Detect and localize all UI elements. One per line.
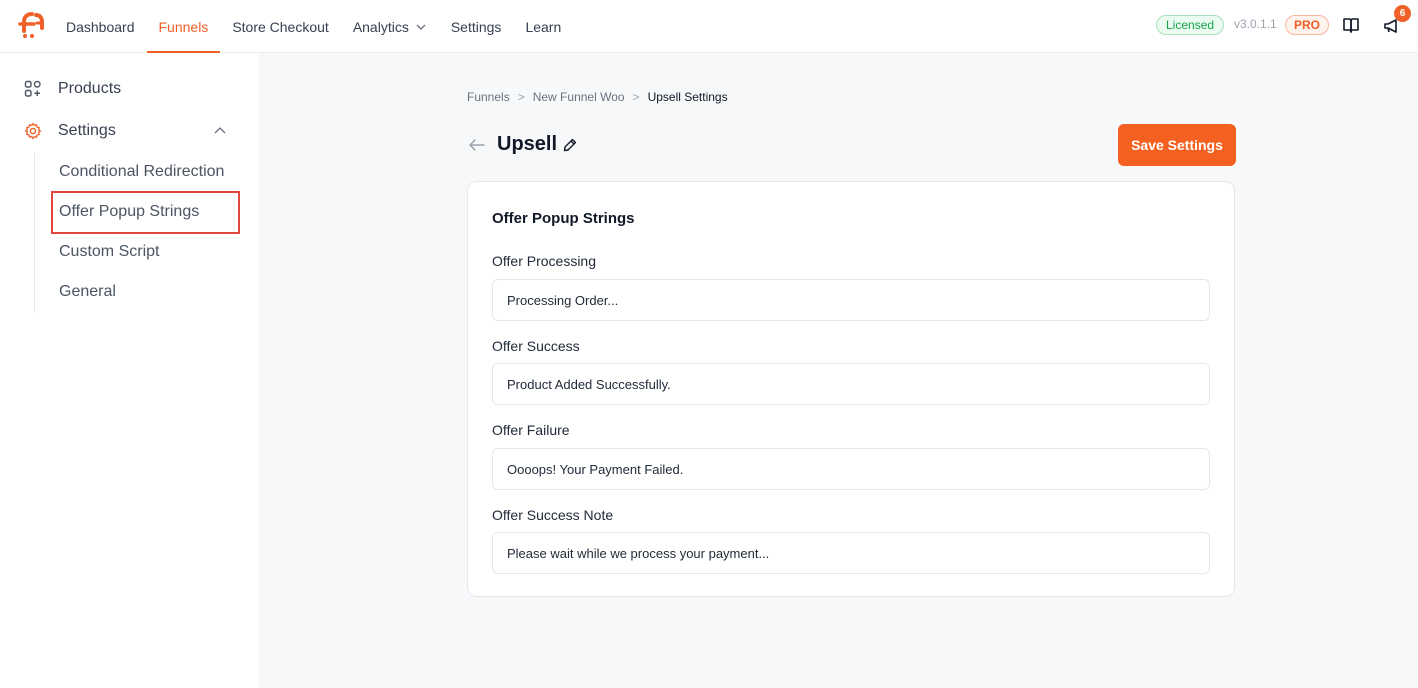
offer-failure-input[interactable] xyxy=(492,448,1210,490)
submenu-divider xyxy=(34,153,35,313)
sidebar-item-products-label: Products xyxy=(58,80,122,97)
chevron-down-icon xyxy=(416,24,426,30)
offer-popup-strings-card: Offer Popup Strings Offer Processing Off… xyxy=(467,181,1235,597)
sidebar-item-products[interactable]: Products xyxy=(24,77,121,101)
offer-success-input[interactable] xyxy=(492,363,1210,405)
sidebar-item-settings-label: Settings xyxy=(58,122,116,139)
edit-pencil-icon[interactable] xyxy=(562,137,578,153)
nav-dashboard-label: Dashboard xyxy=(66,18,135,35)
offer-success-note-label: Offer Success Note xyxy=(492,507,614,523)
nav-learn[interactable]: Learn xyxy=(513,0,573,53)
nav-learn-label: Learn xyxy=(525,18,562,35)
breadcrumb-separator: > xyxy=(632,90,640,104)
nav-funnels[interactable]: Funnels xyxy=(146,0,221,53)
sidebar-item-settings[interactable]: Settings xyxy=(24,119,116,143)
submenu-item-general[interactable]: General xyxy=(59,283,116,301)
offer-failure-label: Offer Failure xyxy=(492,422,570,438)
chevron-up-icon[interactable] xyxy=(213,124,227,138)
main-nav: Dashboard Funnels Store Checkout Analyti… xyxy=(54,0,573,53)
nav-settings[interactable]: Settings xyxy=(439,0,514,53)
nav-funnels-label: Funnels xyxy=(158,18,209,35)
offer-processing-label: Offer Processing xyxy=(492,253,597,269)
version-label: v3.0.1.1 xyxy=(1234,17,1277,31)
nav-analytics-label: Analytics xyxy=(352,18,409,35)
logo-icon[interactable] xyxy=(16,11,44,39)
breadcrumb: Funnels > New Funnel Woo > Upsell Settin… xyxy=(467,90,728,104)
submenu-item-conditional-redirection[interactable]: Conditional Redirection xyxy=(59,163,224,181)
sidebar: Products Settings Conditional Redirectio… xyxy=(0,53,258,688)
gear-icon xyxy=(24,122,42,140)
submenu-item-offer-popup-strings[interactable]: Offer Popup Strings xyxy=(59,203,199,221)
breadcrumb-separator: > xyxy=(517,90,525,104)
offer-success-label: Offer Success xyxy=(492,338,580,354)
nav-settings-label: Settings xyxy=(450,18,502,35)
arrow-left-icon[interactable] xyxy=(468,136,486,154)
offer-success-note-input[interactable] xyxy=(492,532,1210,574)
pro-badge: PRO xyxy=(1285,15,1330,35)
top-navbar: Dashboard Funnels Store Checkout Analyti… xyxy=(0,0,1418,53)
page-title: Upsell xyxy=(497,133,558,155)
nav-store-checkout-label: Store Checkout xyxy=(232,18,329,35)
breadcrumb-funnel-name[interactable]: New Funnel Woo xyxy=(533,90,625,104)
save-settings-button[interactable]: Save Settings xyxy=(1118,124,1236,166)
nav-analytics[interactable]: Analytics xyxy=(341,0,439,53)
breadcrumb-current: Upsell Settings xyxy=(647,90,728,104)
card-title: Offer Popup Strings xyxy=(492,210,635,227)
offer-processing-input[interactable] xyxy=(492,279,1210,321)
notification-count-badge: 6 xyxy=(1394,5,1411,22)
breadcrumb-funnels[interactable]: Funnels xyxy=(467,90,510,104)
products-grid-icon xyxy=(24,80,41,97)
book-icon[interactable] xyxy=(1342,16,1360,34)
submenu-item-custom-script[interactable]: Custom Script xyxy=(59,243,159,261)
license-badge: Licensed xyxy=(1156,15,1225,35)
nav-store-checkout[interactable]: Store Checkout xyxy=(220,0,341,53)
nav-dashboard[interactable]: Dashboard xyxy=(54,0,147,53)
